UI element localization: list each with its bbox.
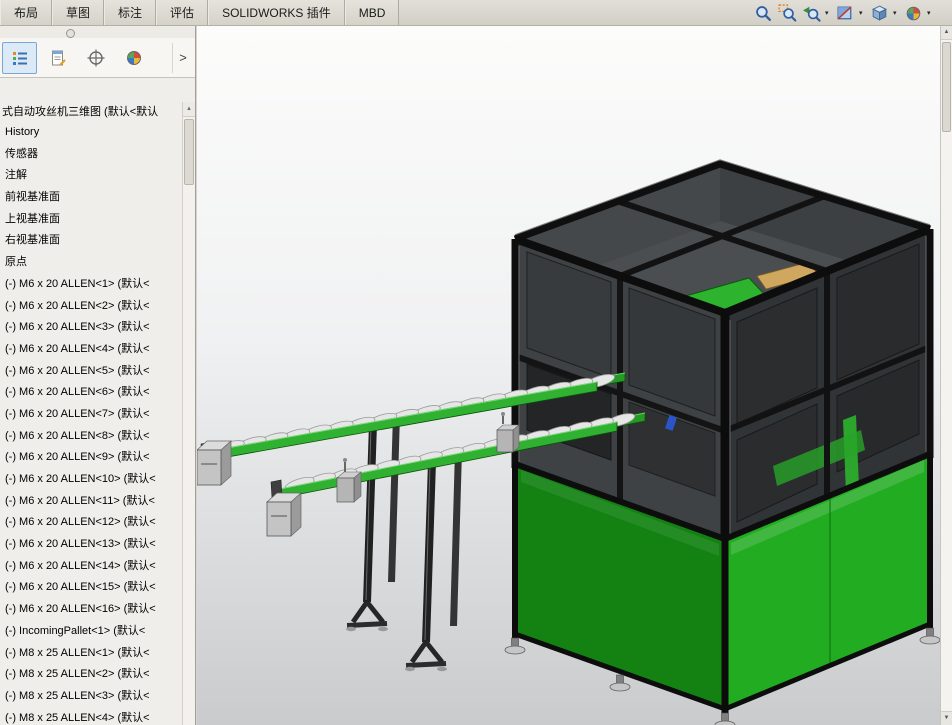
model-canvas xyxy=(197,159,940,725)
tree-item[interactable]: (-) M8 x 25 ALLEN<4> (默认< xyxy=(0,708,183,725)
panel-tabbar: > xyxy=(0,38,195,78)
dimxpert-icon xyxy=(87,49,104,66)
section-view-caret[interactable]: ▾ xyxy=(859,3,866,24)
ribbon-tab-bar: 布局 草图 标注 评估 SOLIDWORKS 插件 MBD ▾ ▾ ▾ ▾ xyxy=(0,0,952,26)
tree-item[interactable]: (-) M6 x 20 ALLEN<16> (默认< xyxy=(0,599,183,621)
tab-display-manager[interactable] xyxy=(116,42,151,74)
zoom-to-area-icon[interactable] xyxy=(777,3,798,24)
tree-item[interactable]: (-) M6 x 20 ALLEN<5> (默认< xyxy=(0,361,183,383)
tree-item[interactable]: (-) M6 x 20 ALLEN<1> (默认< xyxy=(0,274,183,296)
tree-scroll-up-icon[interactable]: ▲ xyxy=(183,102,195,117)
tree-item[interactable]: (-) M6 x 20 ALLEN<7> (默认< xyxy=(0,404,183,426)
tree-item[interactable]: (-) M6 x 20 ALLEN<3> (默认< xyxy=(0,317,183,339)
ribbon-tab[interactable]: 草图 xyxy=(52,0,105,25)
ribbon-tab[interactable]: 布局 xyxy=(0,0,53,25)
display-manager-icon xyxy=(126,50,141,65)
ribbon-tab[interactable]: 评估 xyxy=(156,0,209,25)
tree-item[interactable]: (-) M6 x 20 ALLEN<6> (默认< xyxy=(0,382,183,404)
tree-item[interactable]: (-) M6 x 20 ALLEN<8> (默认< xyxy=(0,426,183,448)
tree-item[interactable]: 原点 xyxy=(0,252,183,274)
tab-feature-manager[interactable] xyxy=(2,41,37,74)
tree-item[interactable]: (-) M6 x 20 ALLEN<2> (默认< xyxy=(0,296,183,318)
tree-item[interactable]: (-) M6 x 20 ALLEN<4> (默认< xyxy=(0,339,183,361)
tree-item[interactable]: (-) M6 x 20 ALLEN<13> (默认< xyxy=(0,534,183,556)
tree-item[interactable]: (-) M8 x 25 ALLEN<3> (默认< xyxy=(0,686,183,708)
panel-expand-chevron[interactable]: > xyxy=(172,42,193,73)
property-manager-icon xyxy=(51,50,66,66)
feature-manager-panel: > 式自动攻丝机三维图 (默认<默认 History 传感器 注解 前视基准面 上视基准… xyxy=(0,26,196,725)
tree-scrollbar[interactable]: ▲ xyxy=(182,102,195,725)
ribbon-tab[interactable]: MBD xyxy=(344,0,400,25)
tree-item[interactable]: (-) M6 x 20 ALLEN<9> (默认< xyxy=(0,447,183,469)
ribbon-tab[interactable]: 标注 xyxy=(104,0,157,25)
tree-item[interactable]: (-) M6 x 20 ALLEN<10> (默认< xyxy=(0,469,183,491)
tree-item[interactable]: 前视基准面 xyxy=(0,187,183,209)
graphics-viewport[interactable] xyxy=(197,26,940,725)
tree-item[interactable]: 注解 xyxy=(0,165,183,187)
tree-item[interactable]: (-) M6 x 20 ALLEN<14> (默认< xyxy=(0,556,183,578)
tree-item[interactable]: 上视基准面 xyxy=(0,209,183,231)
scrollbar-up-icon[interactable]: ▲ xyxy=(941,26,952,40)
section-view-icon[interactable] xyxy=(835,3,856,24)
previous-view-icon[interactable] xyxy=(801,3,822,24)
scrollbar-down-icon[interactable]: ▼ xyxy=(941,711,952,725)
tree-item[interactable]: (-) M6 x 20 ALLEN<11> (默认< xyxy=(0,491,183,513)
tree-item[interactable]: (-) M6 x 20 ALLEN<15> (默认< xyxy=(0,577,183,599)
previous-view-caret[interactable]: ▾ xyxy=(825,3,832,24)
panel-collapse-handle-icon[interactable] xyxy=(66,29,75,38)
panel-splitter[interactable] xyxy=(0,26,195,38)
tree-item[interactable]: 传感器 xyxy=(0,144,183,166)
feature-tree-rows: History 传感器 注解 前视基准面 上视基准面 右视基准面 原点 (-) M6 x 20… xyxy=(0,122,195,725)
tree-item[interactable]: (-) IncomingPallet<1> (默认< xyxy=(0,621,183,643)
tree-item[interactable]: (-) M6 x 20 ALLEN<12> (默认< xyxy=(0,512,183,534)
view-orientation-icon[interactable] xyxy=(869,3,890,24)
tree-item[interactable]: (-) M8 x 25 ALLEN<1> (默认< xyxy=(0,643,183,665)
tree-scrollbar-thumb[interactable] xyxy=(184,119,194,185)
tab-dimxpert[interactable] xyxy=(78,42,113,74)
scrollbar-thumb[interactable] xyxy=(942,42,951,132)
feature-tree: 式自动攻丝机三维图 (默认<默认 History 传感器 注解 前视基准面 上视基准面右… xyxy=(0,78,195,725)
tapping-machine-model[interactable] xyxy=(504,159,940,725)
ribbon-tab[interactable]: SOLIDWORKS 插件 xyxy=(208,0,345,25)
view-orientation-caret[interactable]: ▾ xyxy=(893,3,900,24)
tree-item[interactable]: 右视基准面 xyxy=(0,230,183,252)
tab-property-manager[interactable] xyxy=(40,42,75,74)
tree-item[interactable]: (-) M8 x 25 ALLEN<2> (默认< xyxy=(0,664,183,686)
heads-up-toolbar: ▾ ▾ ▾ ▾ xyxy=(753,0,934,26)
assembly-root-node[interactable]: 式自动攻丝机三维图 (默认<默认 xyxy=(0,102,182,122)
edit-appearance-caret[interactable]: ▾ xyxy=(927,3,934,24)
edit-appearance-icon[interactable] xyxy=(903,3,924,24)
feature-manager-icon xyxy=(12,51,27,65)
tree-item[interactable]: History xyxy=(0,122,183,144)
viewport-scrollbar[interactable]: ▲ ▼ xyxy=(940,26,952,725)
zoom-to-fit-icon[interactable] xyxy=(753,3,774,24)
